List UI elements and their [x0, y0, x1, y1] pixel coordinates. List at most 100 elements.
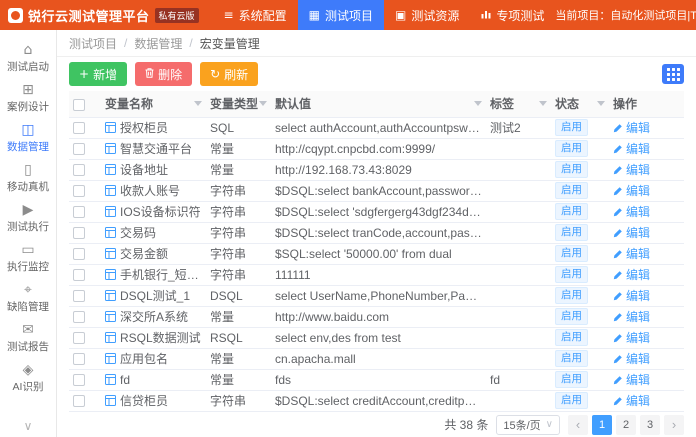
- filter-icon[interactable]: [539, 101, 547, 106]
- table-row[interactable]: IOS设备标识符 字符串 $DSQL:select 'sdgfergerg43d…: [69, 201, 684, 222]
- table-row[interactable]: 交易金额 字符串 $SQL:select '50000.00' from dua…: [69, 243, 684, 264]
- delete-button[interactable]: 删除: [135, 62, 192, 86]
- edit-button[interactable]: 编辑: [613, 161, 650, 178]
- row-checkbox[interactable]: [73, 122, 85, 134]
- table-row[interactable]: 交易码 字符串 $DSQL:select tranCode,account,pa…: [69, 222, 684, 243]
- table-row[interactable]: 收款人账号 字符串 $DSQL:select bankAccount,passw…: [69, 180, 684, 201]
- tag-value: 测试2: [486, 117, 551, 138]
- sidebar-item-test-launch[interactable]: ⌂ 测试启动: [0, 38, 56, 78]
- variable-type: 常量: [206, 306, 271, 327]
- nav-item-special-test[interactable]: 专项测试: [470, 0, 555, 30]
- row-checkbox[interactable]: [73, 185, 85, 197]
- edit-button[interactable]: 编辑: [613, 203, 650, 220]
- prev-page-button[interactable]: ‹: [568, 415, 588, 435]
- row-checkbox[interactable]: [73, 395, 85, 407]
- status-badge[interactable]: 启用: [555, 161, 588, 178]
- edit-button[interactable]: 编辑: [613, 392, 650, 409]
- filter-icon[interactable]: [259, 101, 267, 106]
- page-size-select[interactable]: 15条/页 ∨: [496, 415, 560, 435]
- table-row[interactable]: 信贷柜员 字符串 $DSQL:select creditAccount,cred…: [69, 390, 684, 411]
- row-checkbox[interactable]: [73, 248, 85, 260]
- screen-icon: ▣: [395, 9, 406, 21]
- row-checkbox[interactable]: [73, 332, 85, 344]
- edit-button[interactable]: 编辑: [613, 140, 650, 157]
- sidebar-item-test-execution[interactable]: ▶ 测试执行: [0, 198, 56, 238]
- select-all-checkbox[interactable]: [73, 99, 85, 111]
- breadcrumb-item[interactable]: 测试项目: [69, 35, 117, 52]
- sidebar-item-case-design[interactable]: ⊞ 案例设计: [0, 78, 56, 118]
- status-badge[interactable]: 启用: [555, 329, 588, 346]
- page-button-1[interactable]: 1: [592, 415, 612, 435]
- table-row[interactable]: 深交所A系统 常量 http://www.baidu.com 启用 编辑: [69, 306, 684, 327]
- status-badge[interactable]: 启用: [555, 203, 588, 220]
- nav-item-test-project[interactable]: ▦ 测试项目: [298, 0, 384, 30]
- status-badge[interactable]: 启用: [555, 182, 588, 199]
- row-checkbox[interactable]: [73, 143, 85, 155]
- filter-icon[interactable]: [597, 101, 605, 106]
- status-badge[interactable]: 启用: [555, 245, 588, 262]
- tag-value: [486, 222, 551, 243]
- edit-button[interactable]: 编辑: [613, 224, 650, 241]
- variable-table-icon: [105, 311, 116, 322]
- status-badge[interactable]: 启用: [555, 308, 588, 325]
- table-row[interactable]: 应用包名 常量 cn.apacha.mall 启用 编辑: [69, 348, 684, 369]
- status-badge[interactable]: 启用: [555, 287, 588, 304]
- edit-button[interactable]: 编辑: [613, 266, 650, 283]
- status-badge[interactable]: 启用: [555, 392, 588, 409]
- sidebar-collapse-icon[interactable]: ∨: [24, 419, 33, 433]
- logo-area: 锐行云测试管理平台 私有云版: [8, 6, 199, 25]
- table-row[interactable]: 设备地址 常量 http://192.168.73.43:8029 启用 编辑: [69, 159, 684, 180]
- status-badge[interactable]: 启用: [555, 266, 588, 283]
- filter-icon[interactable]: [474, 101, 482, 106]
- row-checkbox[interactable]: [73, 290, 85, 302]
- row-checkbox[interactable]: [73, 311, 85, 323]
- play-icon: ▶: [23, 203, 34, 217]
- table-row[interactable]: 智慧交通平台 常量 http://cqypt.cnpcbd.com:9999/ …: [69, 138, 684, 159]
- status-badge[interactable]: 启用: [555, 140, 588, 157]
- row-checkbox[interactable]: [73, 164, 85, 176]
- table-row[interactable]: RSQL数据测试 RSQL select env,des from test 启…: [69, 327, 684, 348]
- nav-item-test-resource[interactable]: ▣ 测试资源: [384, 0, 470, 30]
- status-badge[interactable]: 启用: [555, 350, 588, 367]
- edit-button[interactable]: 编辑: [613, 350, 650, 367]
- breadcrumb-item[interactable]: 数据管理: [134, 35, 182, 52]
- row-checkbox[interactable]: [73, 269, 85, 281]
- sidebar-item-test-report[interactable]: ✉ 测试报告: [0, 318, 56, 358]
- table-row[interactable]: DSQL测试_1 DSQL select UserName,PhoneNumbe…: [69, 285, 684, 306]
- edit-button[interactable]: 编辑: [613, 308, 650, 325]
- edit-button[interactable]: 编辑: [613, 329, 650, 346]
- page-button-3[interactable]: 3: [640, 415, 660, 435]
- sidebar-item-execution-monitor[interactable]: ▭ 执行监控: [0, 238, 56, 278]
- table-row[interactable]: 手机银行_短信验证码 字符串 111111 启用 编辑: [69, 264, 684, 285]
- nav-item-system-config[interactable]: ≡ 系统配置: [213, 0, 298, 30]
- sidebar-item-mobile-device[interactable]: ▯ 移动真机: [0, 158, 56, 198]
- row-checkbox[interactable]: [73, 374, 85, 386]
- column-header-name: 变量名称: [101, 91, 206, 117]
- column-header-tag: 标签: [486, 91, 551, 117]
- top-header: 锐行云测试管理平台 私有云版 ≡ 系统配置 ▦ 测试项目 ▣ 测试资源 专项测试…: [0, 0, 696, 30]
- row-checkbox[interactable]: [73, 353, 85, 365]
- app-title: 锐行云测试管理平台: [28, 6, 150, 25]
- sidebar-item-ai-recognition[interactable]: ◈ AI识别: [0, 358, 56, 398]
- status-badge[interactable]: 启用: [555, 371, 588, 388]
- page-button-2[interactable]: 2: [616, 415, 636, 435]
- table-row[interactable]: fd 常量 fds fd 启用 编辑: [69, 369, 684, 390]
- status-badge[interactable]: 启用: [555, 224, 588, 241]
- add-button[interactable]: + 新增: [69, 62, 127, 86]
- table-row[interactable]: 授权柜员 SQL select authAccount,authAccountp…: [69, 117, 684, 138]
- status-badge[interactable]: 启用: [555, 119, 588, 136]
- sidebar-item-defect-management[interactable]: ⌖ 缺陷管理: [0, 278, 56, 318]
- filter-icon[interactable]: [194, 101, 202, 106]
- edit-button[interactable]: 编辑: [613, 287, 650, 304]
- edit-button[interactable]: 编辑: [613, 245, 650, 262]
- variable-name: 设备地址: [120, 161, 168, 178]
- sidebar-item-data-management[interactable]: ◫ 数据管理: [0, 118, 56, 158]
- refresh-button[interactable]: ↻ 刷新: [200, 62, 258, 86]
- next-page-button[interactable]: ›: [664, 415, 684, 435]
- column-settings-icon[interactable]: [662, 64, 684, 84]
- row-checkbox[interactable]: [73, 227, 85, 239]
- edit-button[interactable]: 编辑: [613, 182, 650, 199]
- row-checkbox[interactable]: [73, 206, 85, 218]
- edit-button[interactable]: 编辑: [613, 119, 650, 136]
- edit-button[interactable]: 编辑: [613, 371, 650, 388]
